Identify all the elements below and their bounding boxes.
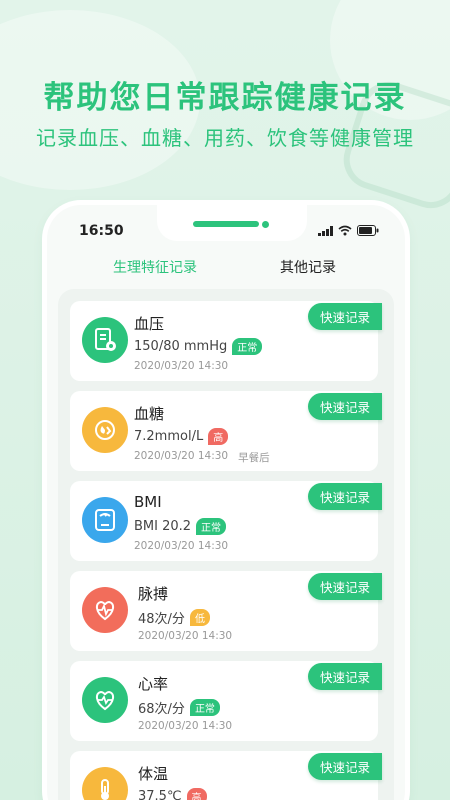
status-badge: 低 [189, 609, 210, 626]
heart-rate-icon [82, 677, 128, 723]
status-bar: 16:50 [47, 205, 405, 255]
record-date-row: 2020/03/20 14:30 [138, 630, 232, 642]
record-value: 68次/分 [138, 702, 185, 717]
record-value-row: 7.2mmol/L 高 [134, 428, 229, 445]
record-date-row: 2020/03/20 14:30 [138, 720, 232, 732]
record-value: 48次/分 [138, 612, 185, 627]
wifi-icon [338, 225, 352, 236]
record-title: 脉搏 [138, 585, 169, 603]
thermometer-icon [82, 767, 128, 800]
record-value: 150/80 mmHg [134, 339, 228, 354]
pulse-icon [82, 587, 128, 633]
record-value-row: 48次/分 低 [138, 608, 210, 627]
subline: 记录血压、血糖、用药、饮食等健康管理 [36, 126, 414, 150]
record-card-blood-pressure[interactable]: 血压 150/80 mmHg 正常 2020/03/20 14:30 快速记录 [70, 301, 382, 381]
quick-record-button[interactable]: 快速记录 [308, 393, 382, 420]
record-date: 2020/03/20 14:30 [134, 450, 229, 462]
status-badge: 正常 [232, 338, 263, 355]
status-badge: 正常 [189, 699, 220, 716]
record-date: 2020/03/20 14:30 [134, 360, 229, 372]
record-value: BMI 20.2 [134, 519, 192, 534]
status-time: 16:50 [79, 223, 124, 239]
record-tabs: 生理特征记录 其他记录 [47, 257, 405, 291]
status-badge: 高 [186, 788, 207, 800]
tab-other-records[interactable]: 其他记录 [280, 257, 336, 277]
record-value: 37.5℃ [138, 789, 182, 800]
quick-record-button[interactable]: 快速记录 [308, 303, 382, 330]
scale-icon [82, 497, 128, 543]
record-card-temperature[interactable]: 体温 37.5℃ 高 快速记录 [70, 751, 382, 800]
record-date: 2020/03/20 14:30 [134, 540, 229, 552]
record-card-heart-rate[interactable]: 心率 68次/分 正常 2020/03/20 14:30 快速记录 [70, 661, 382, 741]
record-value: 7.2mmol/L [134, 429, 204, 444]
status-badge: 高 [208, 428, 229, 445]
record-date: 2020/03/20 14:30 [138, 630, 233, 642]
record-card-pulse[interactable]: 脉搏 48次/分 低 2020/03/20 14:30 快速记录 [70, 571, 382, 651]
signal-icon [318, 225, 333, 236]
notch-speaker [193, 221, 259, 227]
notch-camera [262, 221, 269, 228]
record-title: 体温 [138, 765, 169, 783]
record-note: 早餐后 [238, 452, 270, 464]
headline: 帮助您日常跟踪健康记录 [43, 80, 407, 116]
record-value-row: 150/80 mmHg 正常 [134, 338, 263, 355]
record-value-row: 68次/分 正常 [138, 698, 220, 717]
record-card-bmi[interactable]: BMI BMI 20.2 正常 2020/03/20 14:30 快速记录 [70, 481, 382, 561]
record-title: BMI [134, 493, 162, 511]
quick-record-button[interactable]: 快速记录 [308, 663, 382, 690]
record-card-blood-sugar[interactable]: 血糖 7.2mmol/L 高 2020/03/20 14:30 早餐后 快速记录 [70, 391, 382, 471]
phone-mockup: 16:50 生理特征记录 其他记录 血压 150/80 mmHg 正常 2020… [47, 205, 405, 800]
battery-icon [357, 225, 379, 236]
blood-sugar-icon [82, 407, 128, 453]
record-value-row: BMI 20.2 正常 [134, 518, 227, 535]
record-title: 血压 [134, 315, 165, 333]
quick-record-button[interactable]: 快速记录 [308, 483, 382, 510]
quick-record-button[interactable]: 快速记录 [308, 573, 382, 600]
record-date: 2020/03/20 14:30 [138, 720, 233, 732]
record-value-row: 37.5℃ 高 [138, 788, 207, 800]
record-title: 心率 [138, 675, 169, 693]
record-date-row: 2020/03/20 14:30 [134, 540, 228, 552]
blood-pressure-icon [82, 317, 128, 363]
record-date-row: 2020/03/20 14:30 [134, 360, 228, 372]
status-badge: 正常 [196, 518, 227, 535]
quick-record-button[interactable]: 快速记录 [308, 753, 382, 780]
record-date-row: 2020/03/20 14:30 早餐后 [134, 450, 270, 465]
record-title: 血糖 [134, 405, 165, 423]
record-list: 血压 150/80 mmHg 正常 2020/03/20 14:30 快速记录 … [58, 289, 394, 800]
status-icons [318, 225, 379, 236]
tab-physiological[interactable]: 生理特征记录 [113, 257, 197, 277]
